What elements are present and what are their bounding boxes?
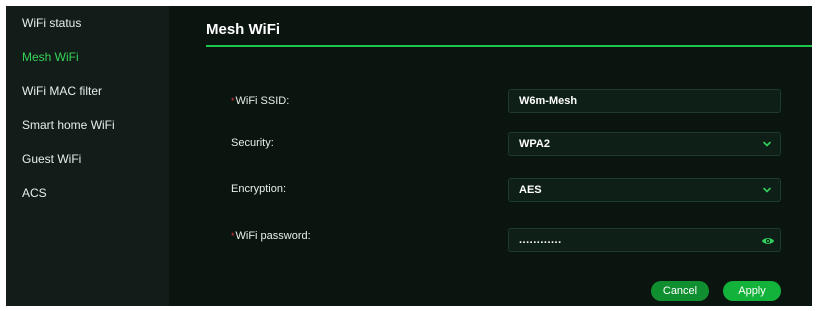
required-mark: *: [231, 231, 235, 241]
eye-icon[interactable]: [761, 234, 775, 246]
password-label: *WiFi password:: [231, 230, 311, 242]
sidebar-item-acs[interactable]: ACS: [6, 180, 169, 214]
sidebar-item-mesh-wifi[interactable]: Mesh WiFi: [6, 44, 169, 78]
encryption-label: Encryption:: [231, 183, 287, 195]
sidebar-item-wifi-status[interactable]: WiFi status: [6, 10, 169, 44]
chevron-down-icon: [762, 139, 772, 149]
cancel-button[interactable]: Cancel: [651, 281, 709, 301]
ssid-label-text: WiFi SSID:: [235, 95, 290, 107]
sidebar: WiFi status Mesh WiFi WiFi MAC filter Sm…: [6, 6, 169, 306]
page-title: Mesh WiFi: [206, 21, 281, 38]
security-value: WPA2: [519, 138, 550, 150]
encryption-value: AES: [519, 184, 542, 196]
sidebar-item-guest-wifi[interactable]: Guest WiFi: [6, 146, 169, 180]
password-field-wrap: [508, 228, 781, 252]
title-divider: [206, 45, 812, 47]
required-mark: *: [231, 96, 235, 106]
sidebar-item-smart-home-wifi[interactable]: Smart home WiFi: [6, 112, 169, 146]
security-label: Security:: [231, 137, 274, 149]
apply-button[interactable]: Apply: [723, 281, 781, 301]
password-input[interactable]: [508, 228, 781, 252]
security-select[interactable]: WPA2: [508, 132, 781, 156]
encryption-select[interactable]: AES: [508, 178, 781, 202]
ssid-input[interactable]: [508, 89, 781, 113]
password-label-text: WiFi password:: [235, 230, 311, 242]
main-panel: Mesh WiFi *WiFi SSID: Security: WPA2 Enc…: [169, 6, 812, 306]
ssid-label: *WiFi SSID:: [231, 95, 289, 107]
sidebar-item-wifi-mac-filter[interactable]: WiFi MAC filter: [6, 78, 169, 112]
app-frame: WiFi status Mesh WiFi WiFi MAC filter Sm…: [6, 6, 812, 306]
chevron-down-icon: [762, 185, 772, 195]
